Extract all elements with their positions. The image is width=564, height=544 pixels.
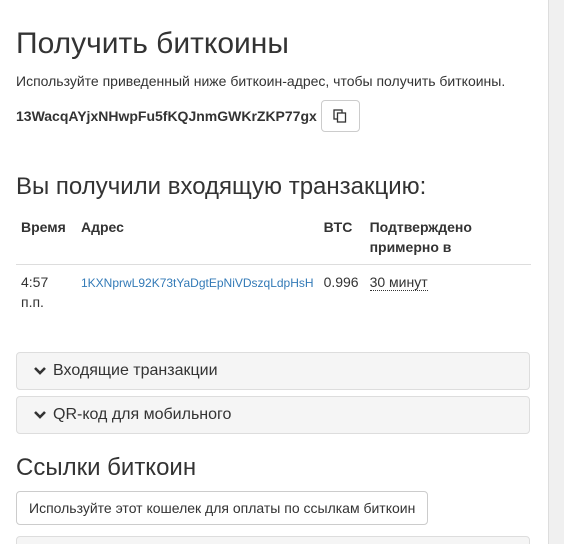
table-row: 4:57 п.п. 1KXNprwL92K73tYaDgtEpNiVDszqLd…: [16, 265, 531, 320]
row-btc: 0.996: [323, 274, 359, 290]
use-wallet-for-links-button[interactable]: Используйте этот кошелек для оплаты по с…: [16, 491, 429, 525]
header-confirmed: Подтверждено примерно в: [364, 210, 531, 265]
header-time: Время: [16, 210, 76, 265]
row-confirmed: 30 минут: [369, 274, 428, 291]
accordion-label-qr: QR-код для мобильного: [53, 406, 232, 423]
chevron-down-icon: [34, 411, 46, 419]
bitcoin-address[interactable]: 13WacqAYjxNHwpFu5fKQJnmGWKrZKP77gx: [16, 108, 317, 124]
qr-mobile-accordion[interactable]: QR-код для мобильного: [16, 396, 530, 434]
next-panel-edge: [16, 536, 530, 544]
bitcoin-links-title: Ссылки биткоин: [16, 454, 197, 481]
page-title: Получить биткоины: [16, 27, 289, 60]
header-btc: BTC: [318, 210, 365, 265]
accordion-label-incoming: Входящие транзакции: [53, 362, 218, 379]
header-address: Адрес: [76, 210, 319, 265]
transactions-table: Время Адрес BTC Подтверждено примерно в …: [16, 210, 531, 319]
incoming-transactions-accordion[interactable]: Входящие транзакции: [16, 352, 530, 390]
copy-icon: [333, 109, 347, 123]
row-time: 4:57 п.п.: [21, 274, 49, 310]
receive-panel: Получить биткоины Используйте приведенны…: [0, 0, 549, 544]
instructions-text: Используйте приведенный ниже биткоин-адр…: [16, 73, 506, 89]
copy-address-button[interactable]: [320, 100, 360, 132]
chevron-down-icon: [34, 367, 46, 375]
address-row: 13WacqAYjxNHwpFu5fKQJnmGWKrZKP77gx: [16, 100, 360, 132]
row-address-link[interactable]: 1KXNprwL92K73tYaDgtEpNiVDszqLdpHsH: [81, 276, 314, 290]
incoming-transaction-title: Вы получили входящую транзакцию:: [16, 173, 427, 200]
table-header-row: Время Адрес BTC Подтверждено примерно в: [16, 210, 531, 265]
